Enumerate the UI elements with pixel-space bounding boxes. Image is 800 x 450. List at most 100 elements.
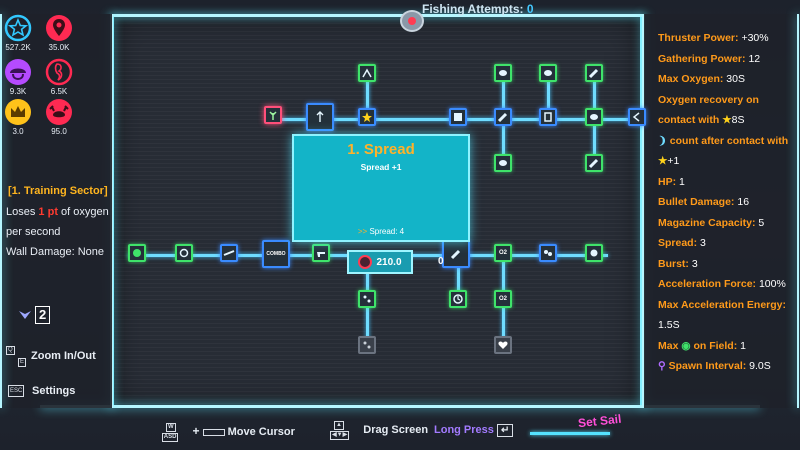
stat-label: Magazine Capacity: — [658, 216, 756, 229]
skill-node-combo[interactable]: COMBO — [262, 240, 290, 268]
stat-gathering: Gathering Power: 12 — [658, 49, 796, 70]
drag-screen-label: Drag Screen — [363, 424, 429, 436]
skill-node[interactable] — [494, 64, 512, 82]
stat-accel: Acceleration Force: 100% — [658, 274, 796, 295]
long-press-label: Long Press — [434, 424, 494, 436]
move-cursor-label: Move Cursor — [227, 426, 295, 438]
skill-node[interactable] — [539, 108, 557, 126]
stat-label: Thruster Power: — [658, 32, 739, 44]
level-number: 2 — [35, 306, 51, 324]
stat-label: Burst: — [658, 257, 689, 270]
clover-icon — [133, 249, 141, 257]
skill-node[interactable] — [220, 244, 238, 262]
fish-icon — [499, 160, 507, 166]
spacebar-icon — [202, 428, 225, 436]
spark-icon — [362, 68, 372, 78]
stat-label: count after contact with — [669, 134, 789, 147]
stat-label: Spawn Interval: — [668, 360, 747, 372]
skill-node[interactable] — [358, 290, 376, 308]
bullet-icon — [497, 112, 508, 123]
skill-node[interactable] — [306, 103, 334, 131]
resource-crab: 95.0 — [44, 98, 74, 136]
location-pin-icon — [45, 14, 73, 42]
orb-icon: ◉ — [681, 339, 691, 352]
stat-value: 30S — [726, 73, 745, 85]
stat-value: 12 — [748, 52, 761, 65]
tooltip-title: 1. Spread — [347, 141, 415, 158]
stat-max-accel-value: 1.5S — [658, 315, 796, 336]
skill-node-o2[interactable]: O2 — [494, 290, 512, 308]
skill-node[interactable] — [494, 108, 512, 126]
star-icon — [4, 14, 32, 42]
key-asd: ASD — [161, 432, 179, 442]
stat-value: 1 — [679, 175, 685, 188]
skill-node[interactable] — [449, 108, 467, 126]
skill-node[interactable] — [585, 154, 603, 172]
key-w: W — [166, 422, 176, 432]
stat-label: Max Oxygen: — [658, 73, 724, 85]
magazine-icon — [544, 112, 552, 122]
skill-node[interactable] — [442, 240, 470, 268]
pin-coin-icon — [358, 255, 373, 269]
bubbles-icon — [363, 295, 371, 303]
stat-count-value: ★+1 — [658, 151, 796, 172]
stat-value: 3 — [700, 237, 706, 249]
skill-node[interactable] — [585, 108, 603, 126]
skill-node[interactable] — [358, 64, 376, 82]
resource-crown: 3.0 — [3, 98, 33, 136]
coin-icon — [179, 248, 189, 258]
skill-node[interactable] — [312, 244, 330, 262]
stat-label: Acceleration Force: — [658, 278, 757, 290]
skill-node-o2[interactable]: O2 — [494, 244, 512, 262]
right-edge-glow — [797, 14, 799, 408]
stat-label: contact with — [658, 114, 720, 126]
stat-recovery-1: Oxygen recovery on — [658, 93, 759, 106]
tooltip-effect: Spread +1 — [360, 162, 402, 172]
skill-node-locked[interactable] — [494, 336, 512, 354]
stats-panel: Thruster Power: +30% Gathering Power: 12… — [658, 28, 796, 377]
skill-node[interactable] — [628, 108, 646, 126]
key-e: E — [18, 358, 27, 367]
fish-icon — [544, 70, 552, 76]
plus-icon: + — [192, 424, 200, 438]
resource-star: 527.2K — [3, 14, 33, 52]
long-press-hint: Long Press ↵ — [434, 424, 514, 437]
skill-node[interactable] — [494, 154, 512, 172]
skill-node[interactable] — [128, 244, 146, 262]
crab-icon — [45, 98, 73, 126]
star-icon: ★ — [722, 114, 732, 126]
seahorse-icon — [45, 58, 73, 86]
skill-node[interactable] — [585, 64, 603, 82]
stat-value: 5 — [758, 216, 765, 229]
stat-value: 1.5S — [658, 319, 680, 331]
skill-node[interactable] — [539, 64, 557, 82]
spawn-icon: ⚲ — [658, 360, 666, 372]
submarine-icon — [400, 10, 424, 32]
set-sail-button[interactable]: Set Sail — [577, 412, 622, 430]
skill-node[interactable] — [175, 244, 193, 262]
skill-node-selected[interactable] — [264, 106, 282, 124]
sector-oxygen-line-2: per second — [6, 226, 61, 238]
bubbles-icon — [363, 341, 371, 349]
skill-node[interactable] — [585, 244, 603, 262]
resource-value: 35.0K — [48, 43, 70, 52]
key-arrows: ◀▼▶ — [330, 430, 350, 440]
settings-label: Settings — [32, 385, 76, 397]
set-sail-track — [530, 432, 610, 435]
resource-value: 527.2K — [5, 43, 31, 52]
skill-node[interactable] — [358, 108, 376, 126]
stat-label: Gathering Power: — [658, 52, 746, 65]
skill-node[interactable] — [539, 244, 557, 262]
enter-key-icon: ↵ — [496, 424, 514, 437]
stat-spawn: ⚲ Spawn Interval: 9.0S — [658, 356, 796, 377]
sector-title: [1. Training Sector] — [8, 185, 108, 197]
stat-magazine: Magazine Capacity: 5 — [658, 213, 796, 234]
fishing-label: Fishing Attempts: — [422, 2, 524, 16]
upgrade-cost-button[interactable]: 210.0 — [347, 250, 413, 274]
skill-node[interactable] — [449, 290, 467, 308]
crown-icon — [4, 98, 32, 126]
bullet-icon — [588, 68, 599, 79]
skill-node-locked[interactable] — [358, 336, 376, 354]
combo-label: COMBO — [266, 251, 286, 257]
fishing-attempts: Fishing Attempts: 0 — [422, 2, 534, 16]
